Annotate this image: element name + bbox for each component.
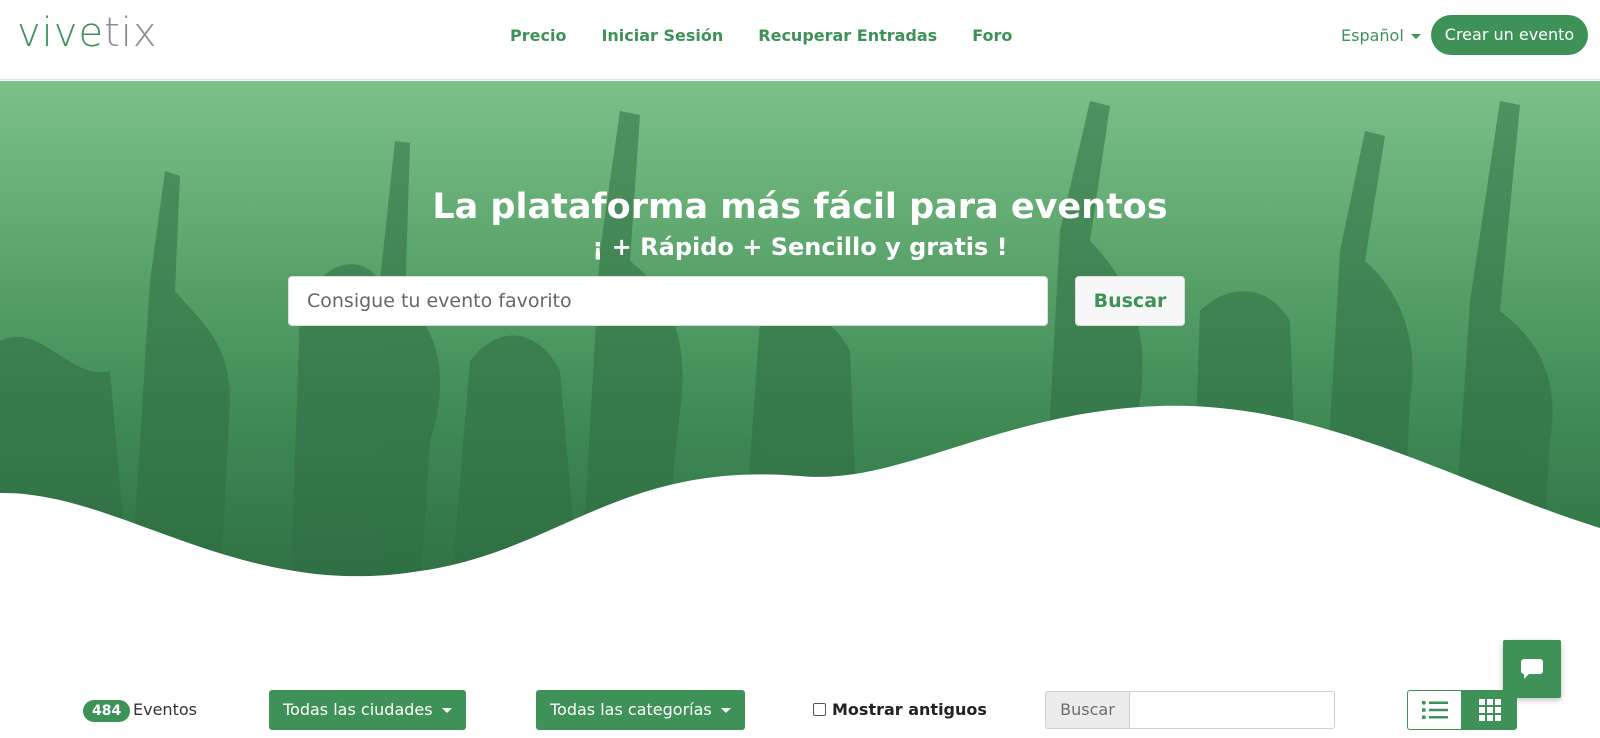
language-label: Español: [1341, 26, 1404, 45]
create-event-button[interactable]: Crear un evento: [1431, 15, 1588, 55]
vivetix-logo[interactable]: vivetix: [17, 10, 158, 56]
show-old-label: Mostrar antiguos: [832, 700, 987, 719]
show-old-checkbox[interactable]: [813, 703, 826, 716]
event-count-label: Eventos: [133, 700, 197, 719]
hero-search-input[interactable]: [288, 276, 1048, 326]
caret-down-icon: [720, 708, 731, 713]
view-toggle: [1407, 690, 1517, 730]
caret-down-icon: [1410, 34, 1421, 39]
event-count-badge: 484: [83, 700, 131, 722]
hero-search-button[interactable]: Buscar: [1075, 276, 1185, 326]
nav-link-recuperar-entradas[interactable]: Recuperar Entradas: [758, 26, 937, 45]
show-old-toggle: Mostrar antiguos: [813, 700, 987, 719]
hero-banner: La plataforma más fácil para eventos ¡ +…: [0, 81, 1600, 601]
caret-down-icon: [441, 708, 452, 713]
categories-dropdown[interactable]: Todas las categorías: [536, 690, 745, 730]
filter-search-prefix: Buscar: [1045, 691, 1129, 729]
hero-subtitle: ¡ + Rápido + Sencillo y gratis !: [592, 233, 1008, 261]
event-filter-bar: 484 Eventos Todas las ciudades Todas las…: [0, 690, 1600, 734]
filter-search-group: Buscar: [1045, 691, 1335, 729]
nav-links: Precio Iniciar Sesión Recuperar Entradas…: [510, 26, 1047, 45]
cities-dropdown[interactable]: Todas las ciudades: [269, 690, 466, 730]
grid-icon: [1478, 699, 1501, 721]
list-icon: [1421, 701, 1448, 719]
grid-view-button[interactable]: [1462, 690, 1517, 730]
hero-title: La plataforma más fácil para eventos: [432, 187, 1168, 227]
filter-search-input[interactable]: [1129, 691, 1335, 729]
cities-dropdown-label: Todas las ciudades: [283, 700, 433, 719]
language-dropdown[interactable]: Español: [1341, 26, 1421, 45]
top-navbar: vivetix Precio Iniciar Sesión Recuperar …: [0, 0, 1600, 80]
chat-icon: [1521, 659, 1543, 679]
nav-link-iniciar-sesion[interactable]: Iniciar Sesión: [601, 26, 723, 45]
crowd-silhouette-graphic: [0, 101, 1600, 601]
categories-dropdown-label: Todas las categorías: [550, 700, 712, 719]
list-view-button[interactable]: [1407, 690, 1462, 730]
nav-link-foro[interactable]: Foro: [972, 26, 1012, 45]
nav-link-precio[interactable]: Precio: [510, 26, 566, 45]
